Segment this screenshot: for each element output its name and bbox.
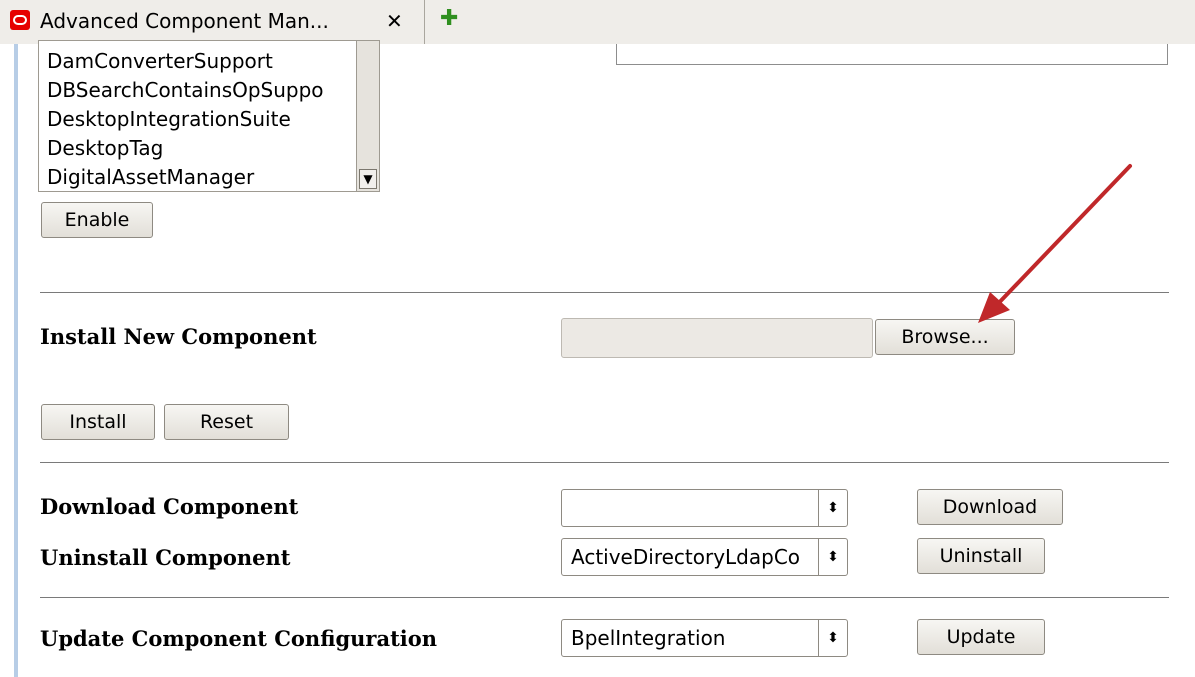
- list-item[interactable]: DesktopTag: [47, 134, 324, 163]
- chevron-down-icon[interactable]: ▼: [359, 169, 377, 189]
- updown-arrow-icon: ⬍: [818, 620, 847, 656]
- update-select-value: BpelIntegration: [571, 626, 726, 650]
- download-select[interactable]: ⬍: [561, 489, 848, 527]
- download-select-value: [571, 490, 816, 526]
- list-item[interactable]: DigitalAssetManager: [47, 163, 324, 191]
- tab-bar: Advanced Component Man... ✕ ✚: [0, 0, 1195, 44]
- update-button[interactable]: Update: [917, 619, 1045, 655]
- tab-title: Advanced Component Man...: [40, 9, 329, 33]
- updown-arrow-icon: ⬍: [818, 539, 847, 575]
- install-button[interactable]: Install: [41, 404, 155, 440]
- uninstall-select-value: ActiveDirectoryLdapCo: [571, 545, 801, 569]
- list-item[interactable]: DBSearchContainsOpSuppo: [47, 76, 324, 105]
- uninstall-select[interactable]: ActiveDirectoryLdapCo ⬍: [561, 538, 848, 576]
- update-component-configuration-label: Update Component Configuration: [40, 626, 438, 651]
- left-accent-line: [14, 44, 18, 677]
- oracle-logo-icon: [10, 10, 30, 30]
- install-new-component-label: Install New Component: [40, 324, 317, 349]
- download-button[interactable]: Download: [917, 489, 1063, 525]
- updown-arrow-icon: ⬍: [818, 490, 847, 526]
- tab-advanced-component-manager[interactable]: Advanced Component Man... ✕: [0, 0, 425, 44]
- download-component-label: Download Component: [40, 494, 299, 519]
- component-listbox[interactable]: DamConverterSupport DBSearchContainsOpSu…: [38, 40, 380, 192]
- uninstall-button[interactable]: Uninstall: [917, 538, 1045, 574]
- list-item[interactable]: DamConverterSupport: [47, 47, 324, 76]
- annotation-arrow-icon: [978, 164, 1132, 323]
- plus-icon[interactable]: ✚: [440, 7, 458, 31]
- uninstall-component-label: Uninstall Component: [40, 545, 291, 570]
- reset-button[interactable]: Reset: [164, 404, 289, 440]
- top-text-area[interactable]: [616, 44, 1168, 65]
- file-path-input[interactable]: [561, 318, 873, 358]
- close-icon[interactable]: ✕: [386, 9, 403, 33]
- separator: [40, 597, 1169, 598]
- list-item[interactable]: DesktopIntegrationSuite: [47, 105, 324, 134]
- enable-button[interactable]: Enable: [41, 202, 153, 238]
- update-select[interactable]: BpelIntegration ⬍: [561, 619, 848, 657]
- listbox-scrollbar[interactable]: ▼: [356, 41, 379, 191]
- separator: [40, 462, 1169, 463]
